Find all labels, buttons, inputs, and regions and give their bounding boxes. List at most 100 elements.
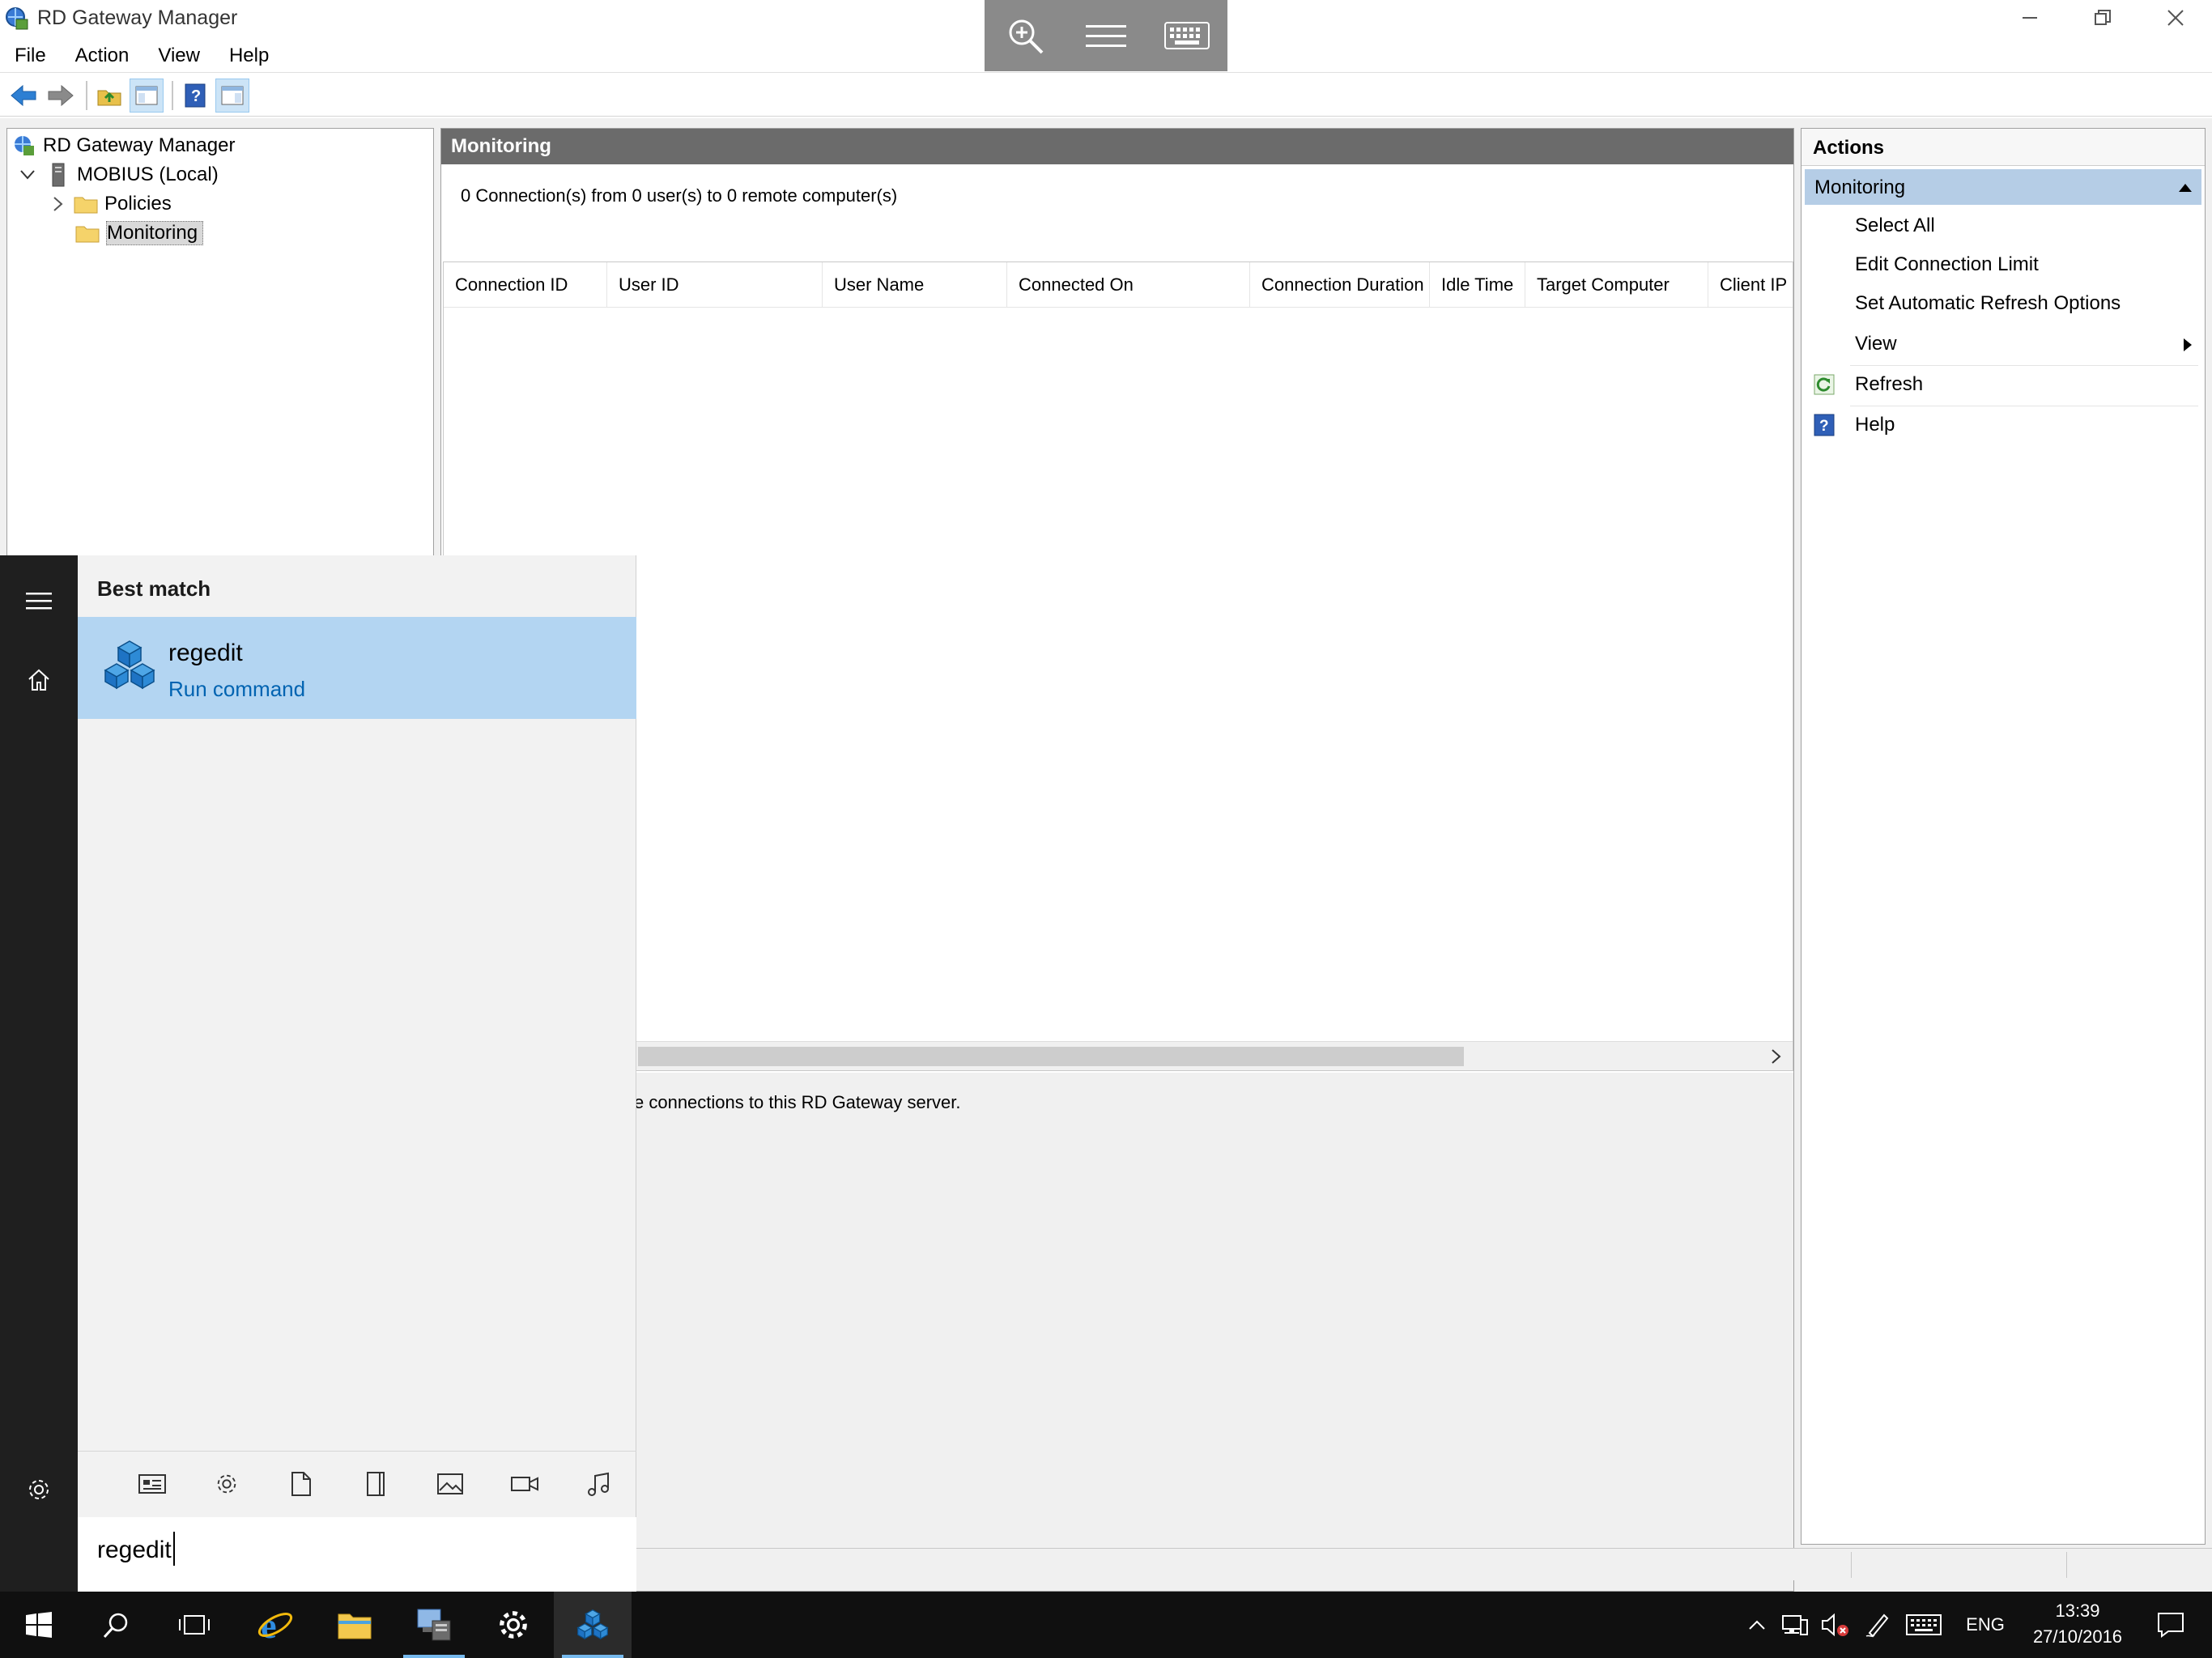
tree-item-root-label: RD Gateway Manager — [43, 134, 236, 156]
menu-action[interactable]: Action — [61, 39, 144, 73]
horizontal-scrollbar[interactable] — [444, 1041, 1793, 1070]
actions-pane: Actions Monitoring Select All Edit Conne… — [1801, 128, 2206, 1545]
settings-gear-icon[interactable] — [474, 1592, 552, 1658]
actions-group-monitoring[interactable]: Monitoring — [1805, 169, 2201, 205]
internet-explorer-icon[interactable]: e — [236, 1592, 314, 1658]
help-icon: ? — [1813, 414, 1836, 436]
server-icon — [46, 163, 70, 187]
menu-help[interactable]: Help — [215, 39, 283, 73]
folder-icon — [74, 192, 98, 216]
column-header-connection-duration[interactable]: Connection Duration — [1250, 262, 1430, 308]
search-icon[interactable] — [78, 1592, 155, 1658]
task-view-icon[interactable] — [155, 1592, 233, 1658]
description-text: e connections to this RD Gateway server. — [634, 1092, 961, 1112]
close-button[interactable] — [2139, 0, 2212, 36]
pen-ink-icon[interactable] — [1859, 1592, 1896, 1658]
chevron-down-icon[interactable] — [19, 163, 36, 187]
volume-muted-icon[interactable] — [1817, 1592, 1854, 1658]
hamburger-menu-icon[interactable] — [19, 581, 58, 620]
column-header-user-id[interactable]: User ID — [607, 262, 823, 308]
tree-item-monitoring[interactable]: Monitoring — [75, 219, 204, 247]
collapse-triangle-icon[interactable] — [2177, 179, 2193, 195]
start-windows-icon[interactable] — [0, 1592, 78, 1658]
tree-item-server[interactable]: MOBIUS (Local) — [19, 161, 219, 189]
home-icon[interactable] — [19, 661, 58, 699]
back-arrow-icon[interactable] — [6, 79, 40, 113]
column-header-user-name[interactable]: User Name — [823, 262, 1007, 308]
filter-apps-icon[interactable] — [115, 1460, 189, 1508]
show-action-pane-icon[interactable] — [215, 78, 249, 113]
window-title: RD Gateway Manager — [37, 6, 238, 29]
search-input[interactable]: regedit — [78, 1517, 636, 1592]
filter-documents-icon[interactable] — [264, 1460, 338, 1508]
action-view[interactable]: View — [1805, 325, 2201, 363]
search-input-value: regedit — [97, 1537, 172, 1563]
forward-arrow-icon[interactable] — [44, 79, 78, 113]
actions-group-label: Monitoring — [1814, 176, 1906, 198]
file-explorer-icon[interactable] — [316, 1592, 393, 1658]
up-folder-icon[interactable] — [92, 79, 126, 113]
column-header-target-computer[interactable]: Target Computer — [1525, 262, 1708, 308]
action-help[interactable]: ? Help — [1805, 406, 2201, 444]
scrollbar-thumb[interactable] — [638, 1047, 1464, 1066]
clock[interactable]: 13:39 27/10/2016 — [2021, 1598, 2134, 1650]
filter-music-icon[interactable] — [562, 1460, 636, 1508]
action-set-refresh-options[interactable]: Set Automatic Refresh Options — [1805, 284, 2201, 323]
description-area: e connections to this RD Gateway server. — [441, 1073, 1793, 1591]
toolbar-separator — [86, 80, 87, 110]
refresh-icon — [1813, 373, 1836, 396]
status-divider — [2066, 1552, 2067, 1578]
action-edit-connection-limit-label: Edit Connection Limit — [1855, 253, 2039, 275]
column-header-connected-on[interactable]: Connected On — [1007, 262, 1250, 308]
action-edit-connection-limit[interactable]: Edit Connection Limit — [1805, 245, 2201, 284]
filter-photos-icon[interactable] — [413, 1460, 487, 1508]
touch-keyboard-icon[interactable] — [1899, 1592, 1948, 1658]
search-results-panel: Best match regedit Run command regedit — [78, 555, 636, 1592]
show-tree-icon[interactable] — [130, 78, 164, 113]
tree-item-monitoring-label: Monitoring — [106, 221, 204, 245]
action-refresh[interactable]: Refresh — [1805, 365, 2201, 404]
menu-view[interactable]: View — [143, 39, 215, 73]
filter-videos-icon[interactable] — [487, 1460, 562, 1508]
filter-settings-icon[interactable] — [189, 1460, 264, 1508]
clock-time: 13:39 — [2055, 1601, 2100, 1621]
input-language-indicator[interactable]: ENG — [1951, 1592, 2019, 1658]
submenu-arrow-icon — [2182, 336, 2193, 359]
show-hidden-icons-chevron-icon[interactable] — [1741, 1592, 1773, 1658]
action-select-all[interactable]: Select All — [1805, 206, 2201, 245]
toolbar: ? — [0, 74, 2212, 117]
chevron-right-icon[interactable] — [51, 192, 66, 216]
search-result-subtitle: Run command — [168, 677, 306, 701]
settings-gear-icon[interactable] — [19, 1470, 58, 1509]
column-header-connection-id[interactable]: Connection ID — [444, 262, 607, 308]
start-menu-rail — [0, 555, 78, 1592]
server-manager-icon[interactable] — [395, 1592, 473, 1658]
svg-text:?: ? — [1819, 418, 1829, 435]
screen: RD Gateway Manager File Action View Help — [0, 0, 2212, 1658]
tree-item-policies[interactable]: Policies — [51, 190, 172, 218]
action-refresh-label: Refresh — [1855, 373, 1924, 395]
minimize-button[interactable] — [1993, 0, 2066, 36]
rd-gateway-icon — [12, 134, 36, 158]
connection-summary: 0 Connection(s) from 0 user(s) to 0 remo… — [461, 185, 898, 206]
restore-button[interactable] — [2066, 0, 2139, 36]
scroll-right-arrow-icon[interactable] — [1765, 1045, 1788, 1068]
tree-item-root[interactable]: RD Gateway Manager — [12, 132, 235, 159]
action-center-notification-icon[interactable] — [2134, 1592, 2207, 1658]
menu-file[interactable]: File — [0, 39, 61, 73]
column-header-client-ip[interactable]: Client IP ... — [1708, 262, 1793, 308]
status-divider — [1851, 1552, 1852, 1578]
column-header-idle-time[interactable]: Idle Time — [1430, 262, 1525, 308]
help-icon[interactable]: ? — [178, 79, 212, 113]
action-help-label: Help — [1855, 414, 1895, 436]
menu-bar: File Action View Help — [0, 39, 2212, 73]
tree-item-server-label: MOBIUS (Local) — [77, 164, 219, 185]
clock-date: 27/10/2016 — [2032, 1626, 2123, 1647]
search-result-regedit[interactable]: regedit Run command — [78, 617, 636, 719]
action-set-refresh-options-label: Set Automatic Refresh Options — [1855, 292, 2121, 314]
status-bar — [635, 1548, 2212, 1580]
connections-list[interactable]: Connection ID User ID User Name Connecte… — [443, 261, 1793, 1071]
network-icon[interactable] — [1776, 1592, 1814, 1658]
registry-editor-taskbar-icon[interactable] — [554, 1592, 632, 1658]
filter-folders-icon[interactable] — [338, 1460, 413, 1508]
